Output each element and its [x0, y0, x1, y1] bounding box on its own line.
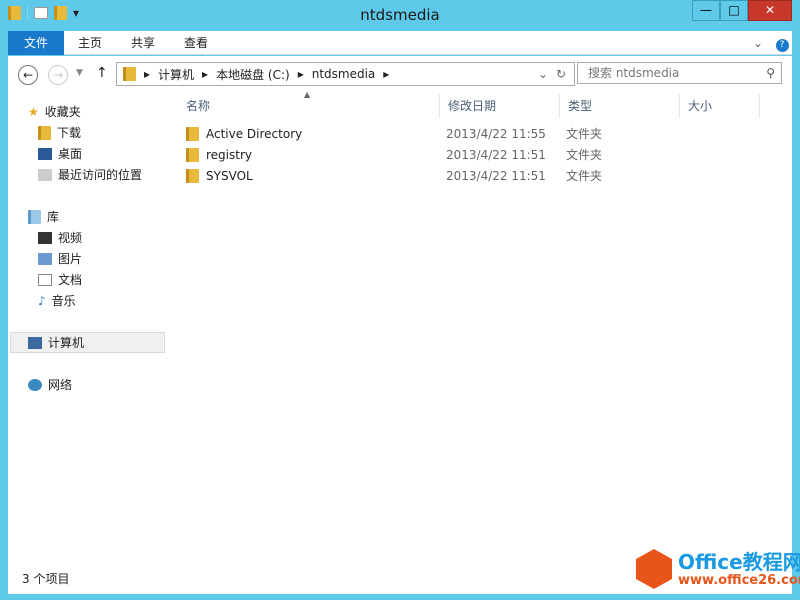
recent-locations-icon[interactable]: ▼	[76, 68, 83, 78]
pictures-icon	[38, 253, 52, 265]
forward-button[interactable]: →	[48, 65, 68, 85]
folder-icon	[186, 169, 199, 183]
library-icon	[28, 210, 41, 224]
tab-file[interactable]: 文件	[8, 31, 64, 55]
sidebar-item-desktop[interactable]: 桌面	[38, 144, 82, 164]
network-icon	[28, 379, 42, 391]
music-icon: ♪	[38, 294, 46, 308]
navigation-pane: ★ 收藏夹 下载 桌面 最近访问的位置 库 视频 图片 文档 ♪ 音乐 计算机 网络	[8, 94, 168, 564]
sidebar-item-documents[interactable]: 文档	[38, 270, 82, 290]
sidebar-item-recent[interactable]: 最近访问的位置	[38, 165, 142, 185]
breadcrumb-ntdsmedia[interactable]: ntdsmedia	[312, 67, 376, 81]
computer-icon	[28, 337, 42, 349]
desktop-icon	[38, 148, 52, 160]
tab-share[interactable]: 共享	[123, 31, 163, 55]
up-button[interactable]: ↑	[96, 65, 108, 81]
breadcrumb-computer[interactable]: 计算机	[158, 66, 194, 83]
close-button[interactable]: ✕	[748, 0, 792, 21]
help-icon[interactable]: ?	[775, 39, 789, 52]
sidebar-network[interactable]: 网络	[28, 375, 72, 395]
window-title: ntdsmedia	[360, 6, 440, 24]
sidebar-favorites[interactable]: ★ 收藏夹	[28, 102, 81, 122]
search-icon: ⚲	[766, 66, 775, 80]
sidebar-item-music[interactable]: ♪ 音乐	[38, 291, 76, 311]
sidebar-computer[interactable]: 计算机	[28, 333, 84, 353]
ribbon: 文件 主页 共享 查看 ⌄ ?	[8, 31, 792, 55]
tab-home[interactable]: 主页	[70, 31, 110, 55]
sidebar-item-downloads[interactable]: 下载	[38, 123, 81, 143]
expand-ribbon-icon[interactable]: ⌄	[750, 31, 766, 55]
back-button[interactable]: ←	[18, 65, 38, 85]
video-icon	[38, 232, 52, 244]
breadcrumb-local-disk[interactable]: 本地磁盘 (C:)	[216, 66, 290, 83]
file-row[interactable]: SYSVOL 2013/4/22 11:51 文件夹	[178, 166, 618, 186]
sidebar-libraries[interactable]: 库	[28, 207, 59, 227]
recent-places-icon	[38, 169, 52, 181]
column-size[interactable]: 大小	[680, 94, 760, 118]
maximize-button[interactable]: □	[720, 0, 748, 21]
tab-view[interactable]: 查看	[176, 31, 216, 55]
folder-icon	[123, 67, 136, 81]
sidebar-item-pictures[interactable]: 图片	[38, 249, 82, 269]
column-name[interactable]: 名称	[178, 94, 440, 118]
sidebar-item-videos[interactable]: 视频	[38, 228, 82, 248]
documents-icon	[38, 274, 52, 286]
content-area: ★ 收藏夹 下载 桌面 最近访问的位置 库 视频 图片 文档 ♪ 音乐 计算机 网络…	[8, 90, 792, 564]
downloads-icon	[38, 126, 51, 140]
folder-icon	[186, 127, 199, 141]
file-row[interactable]: Active Directory 2013/4/22 11:55 文件夹	[178, 124, 618, 144]
navigation-bar: ← → ▼ ↑ ▸ 计算机 ▸ 本地磁盘 (C:) ▸ ntdsmedia ▸ ⌄ ↻…	[8, 56, 792, 94]
file-row[interactable]: registry 2013/4/22 11:51 文件夹	[178, 145, 618, 165]
minimize-button[interactable]: —	[692, 0, 720, 21]
address-dropdown-icon[interactable]: ⌄	[538, 67, 548, 81]
office-logo-icon	[636, 549, 672, 589]
column-date[interactable]: 修改日期	[440, 94, 560, 118]
title-bar: ▾ ntdsmedia — □ ✕	[0, 0, 800, 30]
search-input[interactable]: 搜索 ntdsmedia ⚲	[577, 62, 782, 84]
star-icon: ★	[28, 105, 39, 119]
address-bar[interactable]: ▸ 计算机 ▸ 本地磁盘 (C:) ▸ ntdsmedia ▸ ⌄ ↻	[116, 62, 575, 86]
item-count: 3 个项目	[22, 572, 70, 586]
refresh-icon[interactable]: ↻	[556, 67, 566, 81]
folder-icon	[186, 148, 199, 162]
watermark-logo: Office教程网 www.office26.com	[636, 549, 800, 589]
column-type[interactable]: 类型	[560, 94, 680, 118]
